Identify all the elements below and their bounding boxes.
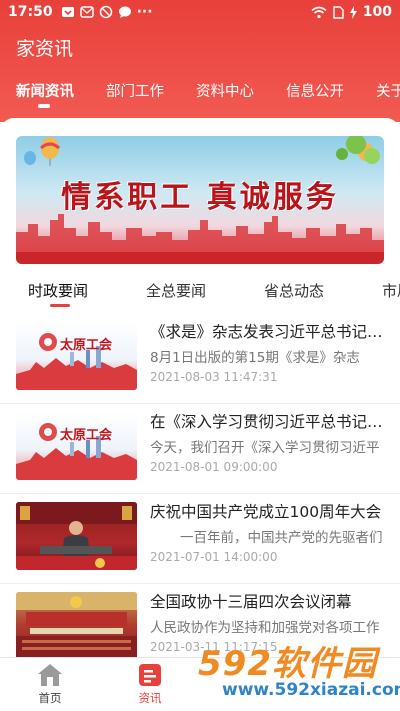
top-tab-indicator xyxy=(38,104,50,108)
banner-carousel[interactable]: 情系职工 真诚服务 xyxy=(16,136,384,264)
sim-icon xyxy=(333,5,344,19)
news-tab-indicator xyxy=(50,304,70,307)
news-title: 全国政协十三届四次会议闭幕 xyxy=(150,593,352,611)
status-bar: 17:50 ··· 100 xyxy=(0,0,400,24)
ceremony-photo-icon xyxy=(16,502,137,570)
news-thumbnail xyxy=(16,592,137,658)
news-summary: 今天，我们召开《深入学习贯彻习近平 xyxy=(150,440,380,456)
content-panel: 情系职工 真诚服务 时政要闻 全总要闻 省总动态 市局 太原工会 《求是》杂志发… xyxy=(0,118,400,658)
nav-home-label: 首页 xyxy=(38,691,62,705)
news-category-tabs: 时政要闻 全总要闻 省总动态 市局 xyxy=(0,278,400,314)
battery-level: 100 xyxy=(362,4,392,20)
tab-data-center[interactable]: 资料中心 xyxy=(196,80,254,101)
news-thumbnail xyxy=(16,502,137,570)
news-title: 庆祝中国共产党成立100周年大会 xyxy=(150,503,382,521)
news-summary: 一百年前，中国共产党的先驱者们 xyxy=(180,530,383,546)
charging-icon xyxy=(349,5,357,19)
status-more: ··· xyxy=(136,4,153,20)
tab-department-work[interactable]: 部门工作 xyxy=(106,80,164,101)
news-date: 2021-07-01 14:00:00 xyxy=(150,550,278,564)
tab-provincial-news[interactable]: 省总动态 xyxy=(264,280,324,301)
page-title: 家资讯 xyxy=(16,38,74,60)
tab-acftu-news[interactable]: 全总要闻 xyxy=(146,280,206,301)
nav-home[interactable]: 首页 xyxy=(20,662,80,706)
meeting-hall-icon xyxy=(16,592,137,658)
union-logo-icon xyxy=(16,333,137,390)
tab-info-disclosure[interactable]: 信息公开 xyxy=(286,80,344,101)
news-item[interactable]: 太原工会 《求是》杂志发表习近平总书记重要文章 8月1日出版的第15期《求是》杂… xyxy=(0,314,400,404)
nav-news-label: 资讯 xyxy=(138,691,162,705)
nav-news[interactable]: 资讯 xyxy=(120,662,180,706)
union-logo-icon xyxy=(16,423,137,480)
tab-political-news[interactable]: 时政要闻 xyxy=(28,280,88,301)
wifi-icon xyxy=(311,6,327,18)
home-icon xyxy=(38,664,62,686)
banner-slogan: 情系职工 真诚服务 xyxy=(61,180,339,215)
news-item[interactable]: 庆祝中国共产党成立100周年大会 一百年前，中国共产党的先驱者们 2021-07… xyxy=(0,494,400,584)
news-thumbnail: 太原工会 xyxy=(16,322,137,390)
thumb-caption: 太原工会 xyxy=(60,338,113,353)
news-icon xyxy=(139,664,161,686)
tab-about[interactable]: 关于 xyxy=(376,80,400,101)
tab-city-news[interactable]: 市局 xyxy=(382,280,400,301)
news-title: 在《深入学习贯彻习近平总书记重要讲话》 xyxy=(150,413,386,431)
watermark-brand: 592软件园 xyxy=(198,644,377,684)
news-item[interactable]: 太原工会 在《深入学习贯彻习近平总书记重要讲话》 今天，我们召开《深入学习贯彻习… xyxy=(0,404,400,494)
news-summary: 8月1日出版的第15期《求是》杂志 xyxy=(150,350,360,366)
notification-icon xyxy=(61,7,74,17)
chat-icon xyxy=(118,6,131,18)
site-watermark: 592软件园 www.592xiazai.com xyxy=(198,636,400,708)
top-tab-bar: 新闻资讯 部门工作 资料中心 信息公开 关于 xyxy=(0,80,400,106)
watermark-url: www.592xiazai.com xyxy=(222,680,400,700)
app-header: 17:50 ··· 100 家资讯 新闻资讯 部门工作 资料中心 信息公开 关于 xyxy=(0,0,400,122)
tab-news[interactable]: 新闻资讯 xyxy=(16,80,74,101)
status-time: 17:50 xyxy=(8,4,53,20)
thumb-caption: 太原工会 xyxy=(60,428,113,443)
news-date: 2021-08-01 09:00:00 xyxy=(150,460,278,474)
message-icon xyxy=(79,6,94,18)
news-date: 2021-08-03 11:47:31 xyxy=(150,370,278,384)
news-summary: 人民政协作为坚持和加强党对各项工作 xyxy=(150,620,380,636)
block-icon xyxy=(99,5,112,19)
status-right: 100 xyxy=(311,4,392,20)
news-title: 《求是》杂志发表习近平总书记重要文章 xyxy=(150,323,386,341)
news-thumbnail: 太原工会 xyxy=(16,412,137,480)
